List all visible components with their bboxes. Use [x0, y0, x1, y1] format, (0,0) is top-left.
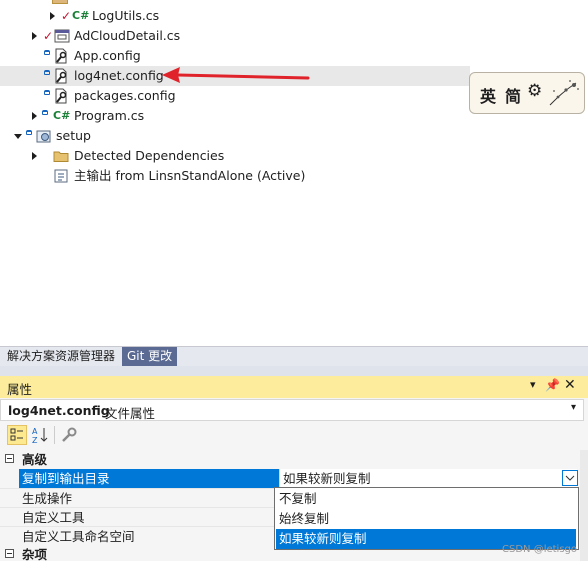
- categorized-icon[interactable]: [7, 425, 27, 445]
- property-name: 自定义工具: [22, 510, 85, 525]
- chevron-right-icon[interactable]: [50, 12, 55, 20]
- chevron-right-icon[interactable]: [32, 152, 37, 160]
- property-value[interactable]: 如果较新则复制: [279, 469, 577, 488]
- panel-menu-icon[interactable]: ▾: [530, 378, 536, 391]
- lock-icon: [42, 110, 48, 115]
- tree-item-label: Program.cs: [74, 108, 145, 123]
- tree-item-adclouddetail[interactable]: ✓ AdCloudDetail.cs: [0, 26, 588, 46]
- object-name: log4net.config: [8, 403, 110, 418]
- panel-divider: [0, 366, 588, 376]
- alphabetical-icon[interactable]: AZ: [31, 425, 51, 445]
- tree-item-label: packages.config: [74, 88, 176, 103]
- close-icon[interactable]: ✕: [564, 377, 576, 393]
- csharp-file-icon: C#: [72, 9, 90, 22]
- tree-item-app-config[interactable]: App.config: [0, 46, 588, 66]
- tree-item-logutils[interactable]: ✓ C# LogUtils.cs: [0, 6, 588, 26]
- tree-item-label: App.config: [74, 48, 141, 63]
- gear-icon[interactable]: ⚙: [527, 81, 542, 101]
- svg-text:Z: Z: [32, 436, 38, 445]
- svg-text:A: A: [32, 427, 38, 436]
- lock-icon: [26, 130, 32, 135]
- folder-icon: [53, 148, 69, 164]
- pin-icon[interactable]: 📌: [545, 378, 560, 392]
- ime-toolbar: 英 简 ⚙: [469, 72, 585, 114]
- watermark: CSDN @letisgo: [502, 544, 577, 555]
- property-row-copy-to-output[interactable]: 复制到输出目录 如果较新则复制: [0, 469, 578, 488]
- object-selector[interactable]: log4net.config 文件属性 ▾: [0, 399, 584, 421]
- property-name: 自定义工具命名空间: [22, 529, 135, 544]
- chevron-down-icon[interactable]: ▾: [571, 402, 576, 413]
- toolbar-divider: [54, 426, 55, 444]
- setup-project-icon: [36, 128, 52, 144]
- tree-item-label: AdCloudDetail.cs: [74, 28, 181, 43]
- ime-mode-button[interactable]: 简: [505, 83, 521, 107]
- lock-icon: [44, 90, 50, 95]
- tree-item-setup[interactable]: setup: [0, 126, 588, 146]
- category-label: 高级: [22, 452, 48, 467]
- tree-item-primary-output[interactable]: 主输出 from LinsnStandAlone (Active): [0, 166, 588, 186]
- properties-header: 属性 ▾ 📌 ✕: [0, 376, 588, 399]
- form-file-icon: [54, 28, 70, 44]
- dropdown-toggle-button[interactable]: [562, 470, 578, 486]
- panel-title: 属性: [7, 382, 33, 397]
- lock-icon: [44, 70, 50, 75]
- properties-toolbar: AZ: [0, 422, 584, 448]
- csharp-file-icon: C#: [53, 109, 71, 122]
- config-file-icon: [53, 68, 69, 84]
- property-name: 生成操作: [22, 491, 73, 506]
- tab-solution-explorer[interactable]: 解决方案资源管理器: [2, 347, 121, 366]
- tree-item-label: LogUtils.cs: [92, 8, 160, 23]
- wrench-icon[interactable]: [59, 425, 79, 445]
- tree-item-label: setup: [56, 128, 91, 143]
- chevron-right-icon[interactable]: [32, 112, 37, 120]
- config-file-icon: [53, 88, 69, 104]
- annotation-arrow-icon: [162, 67, 310, 83]
- solution-explorer: ✓ C# LogUtils.cs ✓ AdCloudDetail.cs App.…: [0, 0, 588, 346]
- output-icon: [53, 168, 69, 184]
- tree-item-label: log4net.config: [74, 68, 164, 83]
- tab-git-changes[interactable]: Git 更改: [122, 347, 178, 366]
- scrollbar[interactable]: [580, 450, 588, 561]
- tree-item-label: 主输出 from LinsnStandAlone (Active): [74, 168, 306, 183]
- property-name: 复制到输出目录: [22, 471, 110, 486]
- category-advanced[interactable]: 高级: [0, 450, 578, 469]
- checkin-check-icon: ✓: [43, 29, 54, 43]
- chevron-down-icon[interactable]: [14, 134, 22, 139]
- copy-option-dropdown: 不复制 始终复制 如果较新则复制: [274, 487, 579, 550]
- property-value-text: 如果较新则复制: [283, 471, 371, 486]
- dropdown-option[interactable]: 不复制: [276, 489, 576, 509]
- tree-item-detected-dependencies[interactable]: Detected Dependencies: [0, 146, 588, 166]
- object-type: 文件属性: [105, 406, 156, 421]
- collapse-icon[interactable]: [5, 549, 14, 558]
- checkin-check-icon: ✓: [61, 9, 72, 23]
- tree-item-label: Detected Dependencies: [74, 148, 225, 163]
- flower-decoration-icon: [549, 80, 579, 106]
- category-label: 杂项: [22, 547, 48, 562]
- ime-lang-button[interactable]: 英: [480, 83, 496, 107]
- chevron-right-icon[interactable]: [32, 32, 37, 40]
- dropdown-option[interactable]: 始终复制: [276, 509, 576, 529]
- folder-icon: [52, 0, 68, 4]
- collapse-icon[interactable]: [5, 454, 14, 463]
- partial-folder-row: [52, 0, 142, 4]
- lock-icon: [44, 50, 50, 55]
- config-file-icon: [53, 48, 69, 64]
